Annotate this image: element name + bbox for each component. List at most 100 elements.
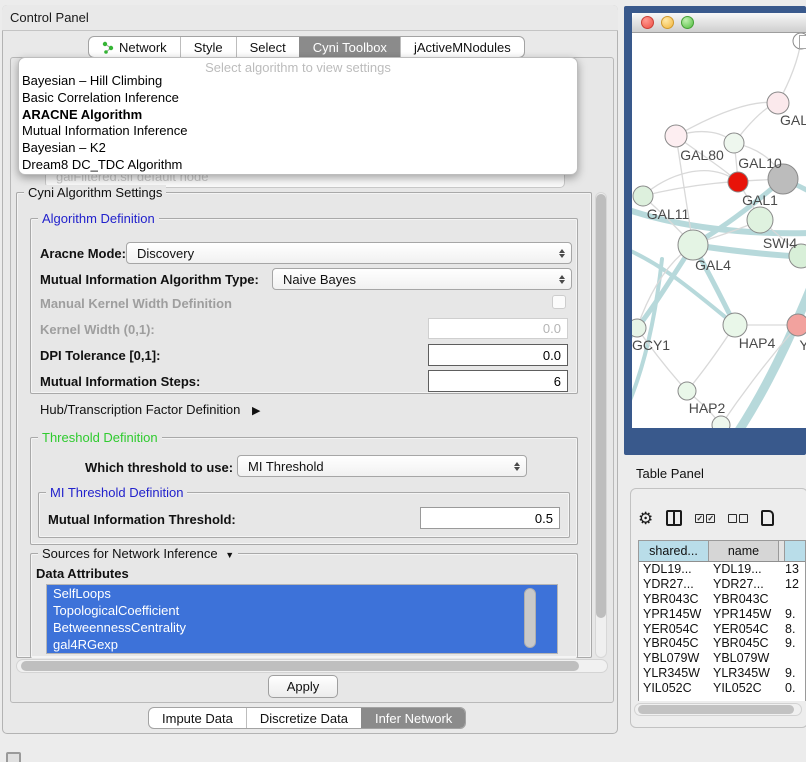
attribute-list-item[interactable]: gal4RGexp <box>47 636 557 653</box>
dpi-tolerance-field[interactable]: 0.0 <box>428 344 568 366</box>
mi-algorithm-type-label: Mutual Information Algorithm Type: <box>40 272 259 287</box>
column-header-third[interactable] <box>785 541 805 561</box>
combo-spinner-icon <box>510 459 523 474</box>
algorithm-definition-title: Algorithm Definition <box>38 211 159 226</box>
table-row[interactable]: YPR145WYPR145W9. <box>639 606 805 621</box>
mi-steps-field[interactable]: 6 <box>428 370 568 392</box>
algorithm-placeholder: Select algorithm to view settings <box>19 58 577 73</box>
algorithm-option[interactable]: Bayesian – K2 <box>19 140 577 157</box>
sources-group-title[interactable]: Sources for Network Inference ▼ <box>38 546 238 561</box>
network-node[interactable] <box>724 133 744 153</box>
mi-threshold-group-title: MI Threshold Definition <box>46 485 187 500</box>
settings-group-title: Cyni Algorithm Settings <box>24 185 166 200</box>
settings-horizontal-scrollbar-thumb[interactable] <box>21 661 579 671</box>
node-label: Y <box>799 337 806 353</box>
network-canvas[interactable]: GALGAL80GAL10GAL1GAL11SWI4GAL4GCY1HAP4YH… <box>632 33 806 428</box>
network-node[interactable] <box>678 230 708 260</box>
node-label: HAP4 <box>739 335 776 351</box>
dpi-tolerance-label: DPI Tolerance [0,1]: <box>40 348 160 363</box>
table-row[interactable]: YBL079WYBL079W <box>639 651 805 666</box>
kernel-width-label: Kernel Width (0,1): <box>40 322 155 337</box>
tab-select[interactable]: Select <box>236 37 299 57</box>
column-layout-icon[interactable] <box>666 510 682 526</box>
column-header-shared[interactable]: shared... <box>639 541 709 561</box>
control-panel-title: Control Panel <box>10 10 89 25</box>
algorithm-option[interactable]: ARACNE Algorithm <box>19 107 577 124</box>
network-node[interactable] <box>728 172 748 192</box>
hub-definition-toggle[interactable]: Hub/Transcription Factor Definition ▶ <box>40 402 260 417</box>
collapsed-panel-icon[interactable] <box>6 752 21 762</box>
control-panel-titlebar: Control Panel <box>2 5 618 31</box>
aracne-mode-combo[interactable]: Discovery <box>126 242 572 264</box>
expanded-arrow-icon: ▼ <box>225 550 234 560</box>
algorithm-option[interactable]: Bayesian – Hill Climbing <box>19 73 577 90</box>
tab-jactivemnodules[interactable]: jActiveMNodules <box>400 37 524 57</box>
tab-network[interactable]: Network <box>89 37 180 57</box>
algorithm-option[interactable]: Mutual Information Inference <box>19 123 577 140</box>
table-header: shared... name <box>639 541 805 562</box>
deselect-all-checkboxes-icon[interactable] <box>728 514 748 523</box>
tab-impute-data[interactable]: Impute Data <box>149 708 246 728</box>
attribute-list-item[interactable]: BetweennessCentrality <box>47 619 557 636</box>
table-toolbar: ⚙ ✓✓ <box>638 504 806 532</box>
node-label: GAL10 <box>738 155 782 171</box>
table-row[interactable]: YLR345WYLR345W9. <box>639 666 805 681</box>
apply-button[interactable]: Apply <box>268 675 338 698</box>
mi-algorithm-type-combo[interactable]: Naive Bayes <box>272 268 572 290</box>
mi-threshold-label: Mutual Information Threshold: <box>48 512 236 527</box>
tab-infer-network[interactable]: Infer Network <box>361 708 465 728</box>
network-window-titlebar[interactable] <box>632 13 806 33</box>
manual-kernel-width-checkbox[interactable] <box>552 295 566 309</box>
tab-style[interactable]: Style <box>180 37 236 57</box>
collapsed-arrow-icon: ▶ <box>252 404 260 417</box>
table-row[interactable]: YDL19...YDL19...13 <box>639 562 805 577</box>
tab-discretize-data[interactable]: Discretize Data <box>246 708 361 728</box>
table-row[interactable]: YIL052CYIL052C0. <box>639 680 805 695</box>
mi-threshold-field[interactable]: 0.5 <box>420 507 560 529</box>
kernel-width-field[interactable]: 0.0 <box>428 318 568 339</box>
algorithm-option[interactable]: Dream8 DC_TDC Algorithm <box>19 157 577 174</box>
table-row[interactable]: YBR045CYBR045C9. <box>639 636 805 651</box>
network-node[interactable] <box>632 319 646 337</box>
node-label: GCY1 <box>632 337 670 353</box>
node-label: GAL <box>780 112 806 128</box>
network-node[interactable] <box>787 314 806 336</box>
column-header-name[interactable]: name <box>709 541 779 561</box>
table-row[interactable]: YBR043CYBR043C <box>639 592 805 607</box>
algorithm-option[interactable]: Basic Correlation Inference <box>19 90 577 107</box>
network-node[interactable] <box>747 207 773 233</box>
network-node[interactable] <box>665 125 687 147</box>
network-node[interactable] <box>767 92 789 114</box>
tab-cyni-toolbox[interactable]: Cyni Toolbox <box>299 37 400 57</box>
table-row[interactable]: YER054CYER054C8. <box>639 621 805 636</box>
zoom-window-icon[interactable] <box>681 16 694 29</box>
mi-steps-label: Mutual Information Steps: <box>40 374 200 389</box>
network-node[interactable] <box>633 186 653 206</box>
select-all-checkboxes-icon[interactable]: ✓✓ <box>695 514 715 523</box>
which-threshold-combo[interactable]: MI Threshold <box>237 455 527 477</box>
attributes-list-scrollbar[interactable] <box>524 588 536 648</box>
node-table: shared... name YDL19...YDL19...13YDR27..… <box>638 540 806 701</box>
attribute-list-item[interactable]: TopologicalCoefficient <box>47 602 557 619</box>
minimize-window-icon[interactable] <box>661 16 674 29</box>
data-attributes-list[interactable]: SelfLoopsTopologicalCoefficientBetweenne… <box>46 584 558 654</box>
aracne-mode-label: Aracne Mode: <box>40 246 126 261</box>
settings-vertical-scrollbar-thumb[interactable] <box>596 194 606 618</box>
node-label: HAP2 <box>689 400 726 416</box>
attribute-list-item[interactable]: SelfLoops <box>47 585 557 602</box>
control-panel-tab-bar: Network Style Select Cyni Toolbox jActiv… <box>88 36 525 58</box>
data-attributes-label: Data Attributes <box>36 566 129 581</box>
network-node[interactable] <box>678 382 696 400</box>
settings-gear-icon[interactable]: ⚙ <box>638 510 653 527</box>
table-body[interactable]: YDL19...YDL19...13YDR27...YDR27...12YBR0… <box>639 562 805 695</box>
node-label: GAL80 <box>680 147 724 163</box>
which-threshold-label: Which threshold to use: <box>85 460 233 475</box>
node-label: GAL1 <box>742 192 778 208</box>
canvas-corner-box <box>799 35 806 49</box>
close-window-icon[interactable] <box>641 16 654 29</box>
network-node[interactable] <box>723 313 747 337</box>
table-horizontal-scrollbar-thumb[interactable] <box>638 705 794 714</box>
table-row[interactable]: YDR27...YDR27...12 <box>639 577 805 592</box>
new-table-icon[interactable] <box>761 510 774 526</box>
combo-spinner-icon <box>555 246 568 261</box>
